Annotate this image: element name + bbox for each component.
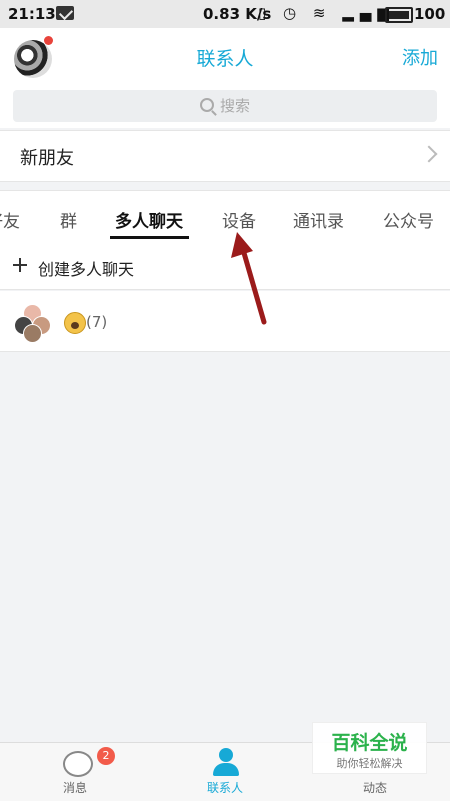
person-icon: [213, 748, 239, 776]
nav-feed-label: 动态: [362, 781, 387, 795]
nav-contacts-label: 联系人: [206, 781, 243, 795]
nav-messages-label: 消息: [62, 781, 87, 795]
nav-contacts[interactable]: 联系人: [165, 743, 285, 801]
unread-badge: 2: [97, 747, 115, 765]
watermark-title: 百科全说: [331, 732, 408, 754]
annotation-arrow: [231, 232, 267, 325]
watermark: 百科全说 助你轻松解决: [312, 722, 427, 774]
chat-bubble-icon: [63, 751, 93, 777]
nav-messages[interactable]: 2 消息: [15, 743, 135, 801]
watermark-subtitle: 助你轻松解决: [336, 757, 403, 770]
